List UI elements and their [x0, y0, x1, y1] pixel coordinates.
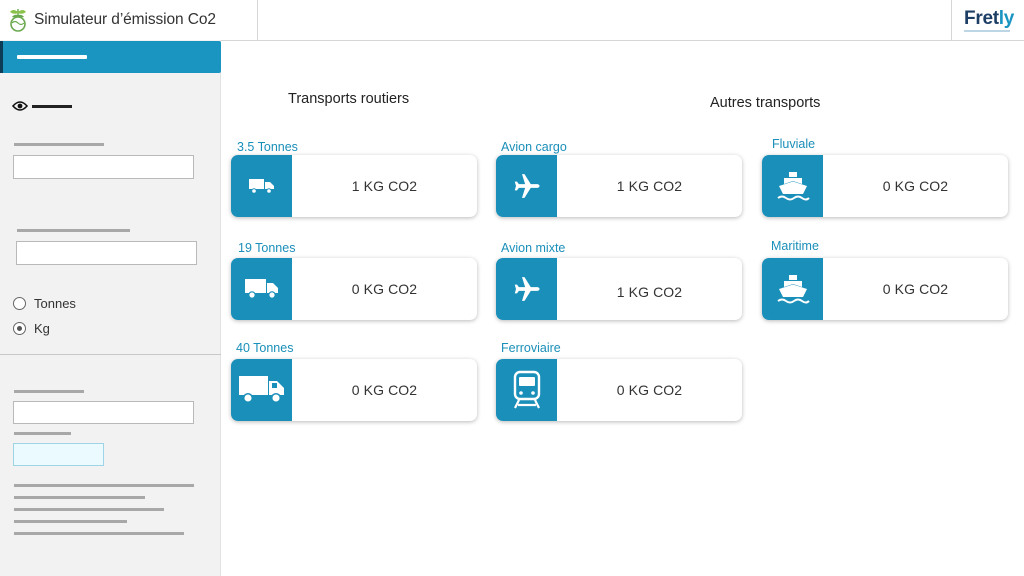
- card-truck-19t[interactable]: 0 KG CO2: [231, 258, 477, 320]
- ship-icon: [776, 172, 810, 201]
- text-line-placeholder: [14, 520, 127, 523]
- field-label-placeholder: [14, 432, 71, 435]
- section-title-other: Autres transports: [710, 95, 821, 111]
- truck-icon: [244, 279, 278, 299]
- card-truck-40t[interactable]: 0 KG CO2: [231, 359, 477, 421]
- card-ferroviaire[interactable]: 0 KG CO2: [496, 359, 742, 421]
- text-line-placeholder: [14, 508, 164, 511]
- app-title: Simulateur d’émission Co2: [34, 11, 216, 28]
- card-icon-box: [231, 359, 292, 421]
- co2-value: 0 KG CO2: [351, 281, 418, 297]
- card-label: Maritime: [771, 239, 819, 253]
- brand-name-accent: ly: [998, 8, 1015, 29]
- text-line-placeholder: [14, 484, 194, 487]
- card-icon-box: [496, 359, 557, 421]
- co2-value: 1 KG CO2: [616, 284, 683, 300]
- field-label-placeholder: [14, 390, 84, 393]
- card-label: Avion cargo: [501, 140, 567, 154]
- ship-icon: [776, 275, 810, 304]
- brand-tagline-placeholder: [964, 30, 1010, 32]
- train-icon: [513, 370, 540, 409]
- small-truck-icon: [248, 179, 274, 194]
- input-field-1[interactable]: [13, 155, 194, 179]
- card-avion-cargo[interactable]: 1 KG CO2: [496, 155, 742, 217]
- leaf-globe-logo-icon: [10, 9, 26, 32]
- card-icon-box: [231, 155, 292, 217]
- radio-label: Tonnes: [34, 296, 76, 311]
- airplane-icon: [514, 174, 539, 198]
- sidebar: Simulateur d’émission Co2 Tonnes Kg: [0, 0, 221, 576]
- card-maritime[interactable]: 0 KG CO2: [762, 258, 1008, 320]
- nav-item-placeholder: [17, 55, 87, 59]
- eye-icon: [12, 101, 28, 111]
- radio-label: Kg: [34, 321, 50, 336]
- visibility-toggle[interactable]: [12, 100, 72, 112]
- co2-value: 0 KG CO2: [882, 178, 949, 194]
- airplane-icon: [514, 277, 539, 301]
- radio-tonnes[interactable]: Tonnes: [13, 296, 76, 311]
- text-line-placeholder: [14, 532, 184, 535]
- card-icon-box: [496, 258, 557, 320]
- radio-button-checked[interactable]: [13, 322, 26, 335]
- visibility-label-placeholder: [32, 104, 72, 108]
- card-label: Fluviale: [772, 137, 816, 151]
- radio-kg[interactable]: Kg: [13, 321, 50, 336]
- brand-logo[interactable]: Fretly: [964, 8, 1014, 30]
- co2-value: 1 KG CO2: [351, 178, 418, 194]
- card-label: 40 Tonnes: [236, 341, 294, 355]
- brand-name-main: Fret: [964, 8, 999, 29]
- card-icon-box: [762, 258, 823, 320]
- field-label-placeholder: [14, 143, 104, 146]
- card-label: Ferroviaire: [501, 341, 561, 355]
- top-bar: Fretly: [221, 0, 1024, 41]
- card-icon-box: [496, 155, 557, 217]
- card-label: 3.5 Tonnes: [237, 140, 298, 154]
- input-field-3[interactable]: [13, 401, 194, 424]
- card-icon-box: [231, 258, 292, 320]
- input-field-2[interactable]: [16, 241, 197, 265]
- card-truck-3-5t[interactable]: 1 KG CO2: [231, 155, 477, 217]
- card-fluviale[interactable]: 0 KG CO2: [762, 155, 1008, 217]
- co2-value: 0 KG CO2: [616, 382, 683, 398]
- large-truck-icon: [238, 376, 284, 404]
- field-label-placeholder: [17, 229, 130, 232]
- co2-value: 0 KG CO2: [351, 382, 418, 398]
- text-line-placeholder: [14, 496, 145, 499]
- radio-button[interactable]: [13, 297, 26, 310]
- input-field-4[interactable]: [13, 443, 104, 466]
- divider: [0, 354, 221, 355]
- co2-value: 1 KG CO2: [616, 178, 683, 194]
- section-title-road: Transports routiers: [288, 91, 410, 107]
- app-header: Simulateur d’émission Co2: [0, 0, 221, 40]
- active-nav-item[interactable]: [0, 41, 221, 73]
- card-icon-box: [762, 155, 823, 217]
- card-label: 19 Tonnes: [238, 241, 296, 255]
- co2-value: 0 KG CO2: [882, 281, 949, 297]
- card-label: Avion mixte: [501, 241, 566, 255]
- card-avion-mixte[interactable]: 1 KG CO2: [496, 258, 742, 320]
- topbar-separator: [257, 0, 258, 40]
- topbar-separator: [951, 0, 952, 40]
